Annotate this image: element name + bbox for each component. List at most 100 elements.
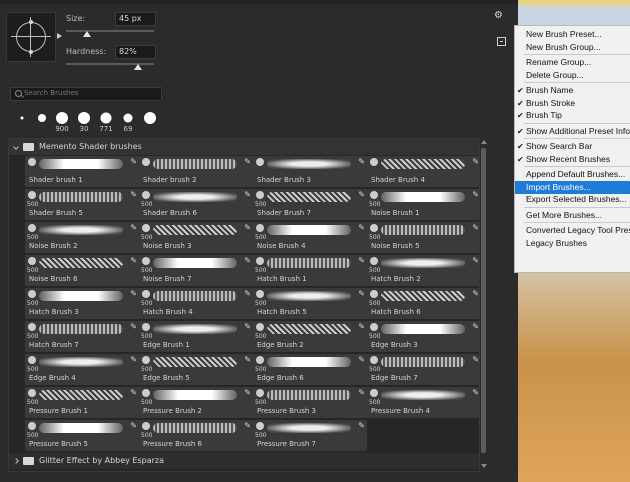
brush-preset[interactable]: 500 ✎ Noise Brush 6: [25, 255, 139, 286]
roundness-handle-top[interactable]: [29, 20, 33, 24]
edit-brush-icon[interactable]: ✎: [244, 388, 251, 397]
brush-preset[interactable]: 500 ✎ Hatch Brush 3: [25, 288, 139, 319]
menu-item-new-brush-group[interactable]: New Brush Group...: [515, 41, 630, 54]
edit-brush-icon[interactable]: ✎: [244, 322, 251, 331]
brush-preset[interactable]: 500 ✎ Edge Brush 6: [253, 354, 367, 385]
brush-angle-roundness-widget[interactable]: [6, 12, 56, 62]
menu-item-legacy-brushes[interactable]: Legacy Brushes: [515, 237, 630, 250]
edit-brush-icon[interactable]: ✎: [244, 289, 251, 298]
edit-brush-icon[interactable]: ✎: [130, 157, 137, 166]
brush-preset[interactable]: 500 ✎ Shader Brush 6: [139, 189, 253, 220]
brush-preset[interactable]: 500 ✎ Pressure Brush 5: [25, 420, 139, 451]
menu-item-show-recent-brushes[interactable]: ✔ Show Recent Brushes: [515, 153, 630, 166]
brush-preset[interactable]: 500 ✎ Pressure Brush 1: [25, 387, 139, 418]
edit-brush-icon[interactable]: ✎: [130, 190, 137, 199]
brush-preset[interactable]: ✎ Shader brush 1: [25, 156, 139, 187]
brush-preset[interactable]: 500 ✎ Hatch Brush 1: [253, 255, 367, 286]
brush-preset[interactable]: 500 ✎ Hatch Brush 2: [367, 255, 479, 286]
recent-brush-3[interactable]: 900: [52, 108, 72, 133]
edit-brush-icon[interactable]: ✎: [358, 157, 365, 166]
brush-preset[interactable]: 500 ✎ Edge Brush 3: [367, 321, 479, 352]
edit-brush-icon[interactable]: ✎: [130, 388, 137, 397]
brush-preset[interactable]: 500 ✎ Edge Brush 7: [367, 354, 479, 385]
brush-preset[interactable]: 500 ✎ Noise Brush 5: [367, 222, 479, 253]
size-input[interactable]: 45 px: [115, 12, 156, 26]
list-scrollbar[interactable]: [480, 138, 487, 470]
hardness-input[interactable]: 82%: [115, 45, 156, 59]
edit-brush-icon[interactable]: ✎: [244, 421, 251, 430]
group-memento-shader[interactable]: Memento Shader brushes: [9, 139, 479, 155]
brush-preset[interactable]: ✎ Shader brush 2: [139, 156, 253, 187]
menu-item-export-selected-brushes[interactable]: Export Selected Brushes...: [515, 193, 630, 206]
edit-brush-icon[interactable]: ✎: [130, 322, 137, 331]
brush-preset[interactable]: 500 ✎ Pressure Brush 3: [253, 387, 367, 418]
scroll-down-icon[interactable]: [481, 464, 487, 468]
gear-icon[interactable]: ⚙: [494, 10, 503, 21]
edit-brush-icon[interactable]: ✎: [130, 256, 137, 265]
new-brush-icon[interactable]: [497, 37, 506, 46]
recent-brush-7[interactable]: [140, 108, 160, 130]
edit-brush-icon[interactable]: ✎: [358, 355, 365, 364]
recent-brush-5[interactable]: 771: [96, 108, 116, 133]
menu-item-brush-name[interactable]: ✔ Brush Name: [515, 84, 630, 97]
edit-brush-icon[interactable]: ✎: [472, 256, 479, 265]
edit-brush-icon[interactable]: ✎: [130, 355, 137, 364]
edit-brush-icon[interactable]: ✎: [472, 322, 479, 331]
recent-brush-2[interactable]: [32, 108, 52, 130]
menu-item-brush-stroke[interactable]: ✔ Brush Stroke: [515, 97, 630, 110]
menu-item-get-more-brushes[interactable]: Get More Brushes...: [515, 209, 630, 222]
brush-preset[interactable]: 500 ✎ Noise Brush 3: [139, 222, 253, 253]
edit-brush-icon[interactable]: ✎: [358, 256, 365, 265]
edit-brush-icon[interactable]: ✎: [130, 421, 137, 430]
recent-brush-1[interactable]: [12, 108, 32, 130]
edit-brush-icon[interactable]: ✎: [358, 322, 365, 331]
edit-brush-icon[interactable]: ✎: [472, 388, 479, 397]
brush-preset[interactable]: 500 ✎ Edge Brush 1: [139, 321, 253, 352]
brush-preset[interactable]: 500 ✎ Noise Brush 1: [367, 189, 479, 220]
edit-brush-icon[interactable]: ✎: [244, 256, 251, 265]
brush-preset[interactable]: 500 ✎ Pressure Brush 4: [367, 387, 479, 418]
menu-item-delete-group[interactable]: Delete Group...: [515, 69, 630, 82]
menu-item-import-brushes[interactable]: Import Brushes...: [515, 180, 630, 194]
brush-presets-list[interactable]: Memento Shader brushes ✎ Shader brush 1 ✎ S…: [8, 138, 480, 472]
edit-brush-icon[interactable]: ✎: [130, 223, 137, 232]
brush-preset[interactable]: 500 ✎ Hatch Brush 5: [253, 288, 367, 319]
brush-preset[interactable]: 500 ✎ Shader Brush 7: [253, 189, 367, 220]
edit-brush-icon[interactable]: ✎: [472, 355, 479, 364]
edit-brush-icon[interactable]: ✎: [472, 289, 479, 298]
edit-brush-icon[interactable]: ✎: [244, 355, 251, 364]
edit-brush-icon[interactable]: ✎: [472, 190, 479, 199]
roundness-handle-bottom[interactable]: [29, 50, 33, 54]
group-glitter-effect[interactable]: Glitter Effect by Abbey Esparza: [9, 453, 479, 469]
edit-brush-icon[interactable]: ✎: [358, 190, 365, 199]
edit-brush-icon[interactable]: ✎: [472, 157, 479, 166]
recent-brush-4[interactable]: 30: [74, 108, 94, 133]
menu-item-rename-group[interactable]: Rename Group...: [515, 56, 630, 69]
edit-brush-icon[interactable]: ✎: [358, 223, 365, 232]
brush-preset[interactable]: 500 ✎ Hatch Brush 6: [367, 288, 479, 319]
menu-item-converted-legacy-tool-presets[interactable]: Converted Legacy Tool Presets: [515, 224, 630, 237]
menu-item-brush-tip[interactable]: ✔ Brush Tip: [515, 109, 630, 122]
brush-preset[interactable]: ✎ Shader Brush 4: [367, 156, 479, 187]
edit-brush-icon[interactable]: ✎: [358, 421, 365, 430]
menu-item-show-search-bar[interactable]: ✔ Show Search Bar: [515, 140, 630, 153]
menu-item-new-brush-preset[interactable]: New Brush Preset...: [515, 28, 630, 41]
chevron-right-icon[interactable]: [13, 458, 19, 464]
brush-preset[interactable]: 500 ✎ Edge Brush 4: [25, 354, 139, 385]
edit-brush-icon[interactable]: ✎: [244, 190, 251, 199]
chevron-down-icon[interactable]: [13, 144, 19, 150]
scrollbar-thumb[interactable]: [481, 148, 486, 453]
search-brushes-field[interactable]: Search Brushes: [10, 87, 162, 101]
menu-item-append-default-brushes[interactable]: Append Default Brushes...: [515, 168, 630, 181]
edit-brush-icon[interactable]: ✎: [244, 157, 251, 166]
brush-preset[interactable]: 500 ✎ Pressure Brush 7: [253, 420, 367, 451]
brush-preset[interactable]: 500 ✎ Edge Brush 2: [253, 321, 367, 352]
brush-preset[interactable]: 500 ✎ Hatch Brush 4: [139, 288, 253, 319]
angle-arrow-icon[interactable]: [57, 33, 62, 39]
edit-brush-icon[interactable]: ✎: [358, 388, 365, 397]
brush-preset[interactable]: 500 ✎ Pressure Brush 6: [139, 420, 253, 451]
size-slider[interactable]: [66, 30, 154, 32]
scroll-up-icon[interactable]: [481, 140, 487, 144]
size-slider-thumb[interactable]: [83, 31, 92, 37]
brush-preset[interactable]: 500 ✎ Noise Brush 4: [253, 222, 367, 253]
